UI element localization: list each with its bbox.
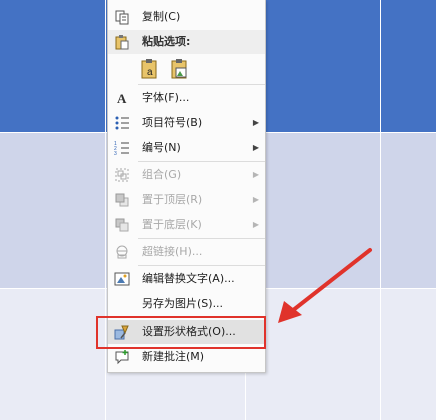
- group-icon: [114, 167, 130, 183]
- menu-item-label: 复制(C): [142, 10, 181, 23]
- menu-item-bullets[interactable]: 项目符号(B) ▶: [108, 111, 265, 135]
- menu-item-label: 组合(G): [142, 168, 182, 181]
- menu-item-label: 超链接(H)...: [142, 245, 203, 258]
- svg-text:a: a: [147, 67, 153, 78]
- bullets-icon: [114, 115, 130, 131]
- svg-text:3: 3: [114, 151, 117, 156]
- menu-item-hyperlink[interactable]: 超链接(H)...: [108, 240, 265, 264]
- paste-picture-icon[interactable]: [170, 58, 190, 80]
- alt-text-icon: [114, 271, 130, 287]
- table-divider: [105, 0, 106, 420]
- menu-item-send-to-back[interactable]: 置于底层(K) ▶: [108, 213, 265, 237]
- table-divider: [380, 0, 381, 420]
- menu-item-label: 置于底层(K): [142, 218, 202, 231]
- menu-item-font[interactable]: A 字体(F)...: [108, 86, 265, 110]
- annotation-highlight-box: [96, 316, 266, 349]
- menu-item-label: 置于顶层(R): [142, 193, 203, 206]
- menu-item-copy[interactable]: 复制(C): [108, 5, 265, 29]
- menu-item-save-as-picture[interactable]: 另存为图片(S)...: [108, 292, 265, 316]
- menu-separator: [138, 238, 265, 239]
- numbering-icon: 123: [114, 140, 130, 157]
- menu-item-label: 字体(F)...: [142, 91, 190, 104]
- menu-header-paste-options: 粘贴选项:: [108, 30, 265, 54]
- menu-item-bring-to-front[interactable]: 置于顶层(R) ▶: [108, 188, 265, 212]
- menu-header-label: 粘贴选项:: [142, 35, 191, 48]
- submenu-arrow-icon: ▶: [252, 170, 259, 179]
- annotation-arrow-icon: [278, 248, 372, 323]
- menu-separator: [138, 84, 265, 85]
- menu-separator: [138, 265, 265, 266]
- send-to-back-icon: [114, 217, 130, 233]
- submenu-arrow-icon: ▶: [252, 195, 259, 204]
- menu-item-group[interactable]: 组合(G) ▶: [108, 163, 265, 187]
- hyperlink-icon: [114, 244, 130, 260]
- paste-icon: [114, 34, 130, 50]
- menu-item-label: 编辑替换文字(A)...: [142, 272, 235, 285]
- menu-item-numbering[interactable]: 123 编号(N) ▶: [108, 136, 265, 160]
- paste-keep-text-icon[interactable]: a: [140, 58, 160, 80]
- submenu-arrow-icon: ▶: [252, 143, 259, 152]
- bring-to-front-icon: [114, 192, 130, 208]
- menu-item-label: 项目符号(B): [142, 116, 203, 129]
- submenu-arrow-icon: ▶: [252, 118, 259, 127]
- menu-separator: [138, 161, 265, 162]
- font-icon: A: [114, 90, 130, 106]
- copy-icon: [114, 9, 130, 25]
- svg-text:A: A: [117, 91, 127, 106]
- menu-item-label: 另存为图片(S)...: [142, 297, 224, 310]
- new-comment-icon: [114, 349, 130, 365]
- menu-item-edit-alt-text[interactable]: 编辑替换文字(A)...: [108, 267, 265, 291]
- menu-item-label: 编号(N): [142, 141, 181, 154]
- submenu-arrow-icon: ▶: [252, 220, 259, 229]
